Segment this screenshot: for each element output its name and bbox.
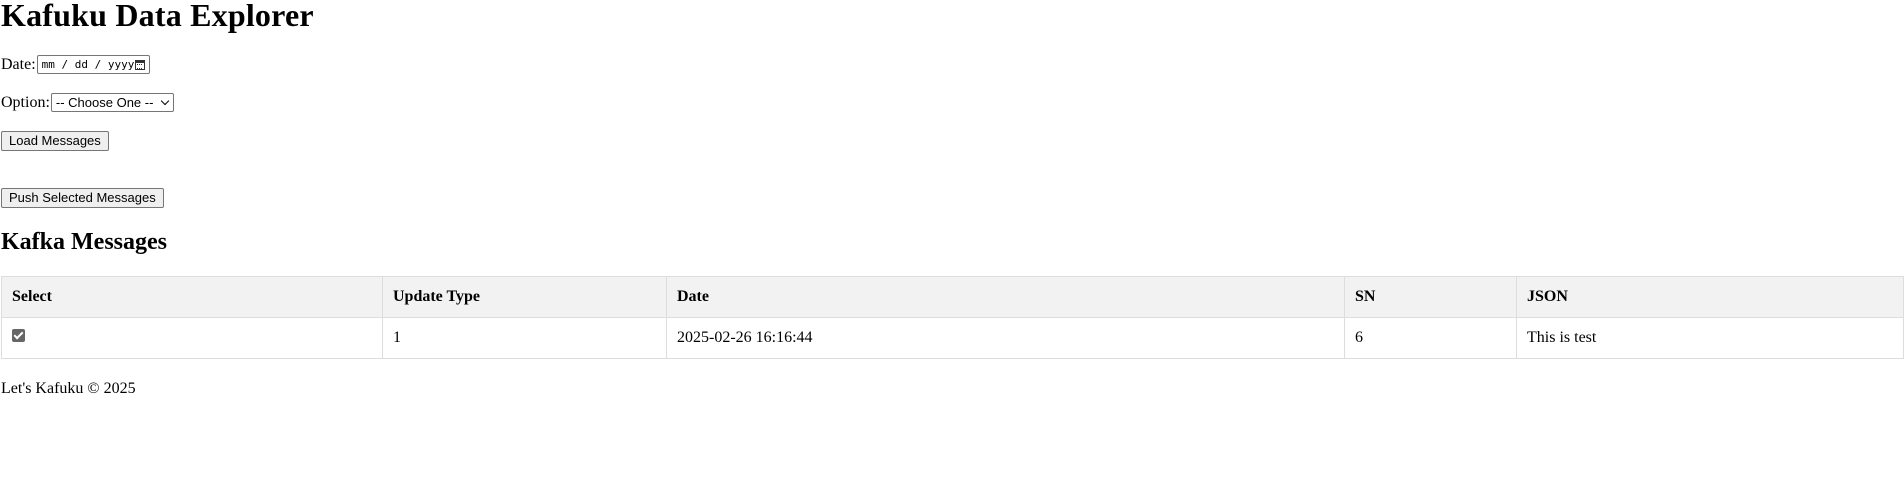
load-messages-button[interactable]: Load Messages xyxy=(1,131,109,151)
option-select[interactable]: -- Choose One -- xyxy=(50,93,174,112)
option-field-row: Option: -- Choose One -- xyxy=(1,93,174,112)
table-row: 1 2025-02-26 16:16:44 6 This is test xyxy=(1,317,1904,359)
messages-table: Select Update Type Date SN JSON 1 2025-0… xyxy=(1,276,1904,359)
date-cell: 2025-02-26 16:16:44 xyxy=(666,317,1345,359)
column-header-select: Select xyxy=(1,276,383,318)
messages-heading: Kafka Messages xyxy=(1,229,167,255)
column-header-json: JSON xyxy=(1516,276,1904,318)
footer-text: Let's Kafuku © 2025 xyxy=(1,380,136,397)
column-header-date: Date xyxy=(666,276,1345,318)
push-selected-messages-button[interactable]: Push Selected Messages xyxy=(1,188,164,208)
option-selected-value: -- Choose One -- xyxy=(55,94,154,110)
date-label: Date: xyxy=(1,55,36,73)
page: Kafuku Data Explorer Date: mm / dd / yyy… xyxy=(0,0,1904,486)
update-type-cell: 1 xyxy=(382,317,667,359)
page-title: Kafuku Data Explorer xyxy=(1,0,314,33)
select-cell xyxy=(1,317,383,359)
column-header-sn: SN xyxy=(1344,276,1517,318)
sn-cell: 6 xyxy=(1344,317,1517,359)
row-select-checkbox[interactable] xyxy=(12,328,25,342)
chevron-down-icon xyxy=(160,96,170,105)
column-header-update-type: Update Type xyxy=(382,276,667,318)
date-field-row: Date: mm / dd / yyyy xyxy=(1,55,150,74)
calendar-icon[interactable] xyxy=(134,59,145,70)
date-input[interactable]: mm / dd / yyyy xyxy=(36,55,150,74)
table-header-row: Select Update Type Date SN JSON xyxy=(1,276,1904,318)
json-cell: This is test xyxy=(1516,317,1904,359)
date-placeholder: mm / dd / yyyy xyxy=(41,57,135,71)
option-label: Option: xyxy=(1,93,50,111)
